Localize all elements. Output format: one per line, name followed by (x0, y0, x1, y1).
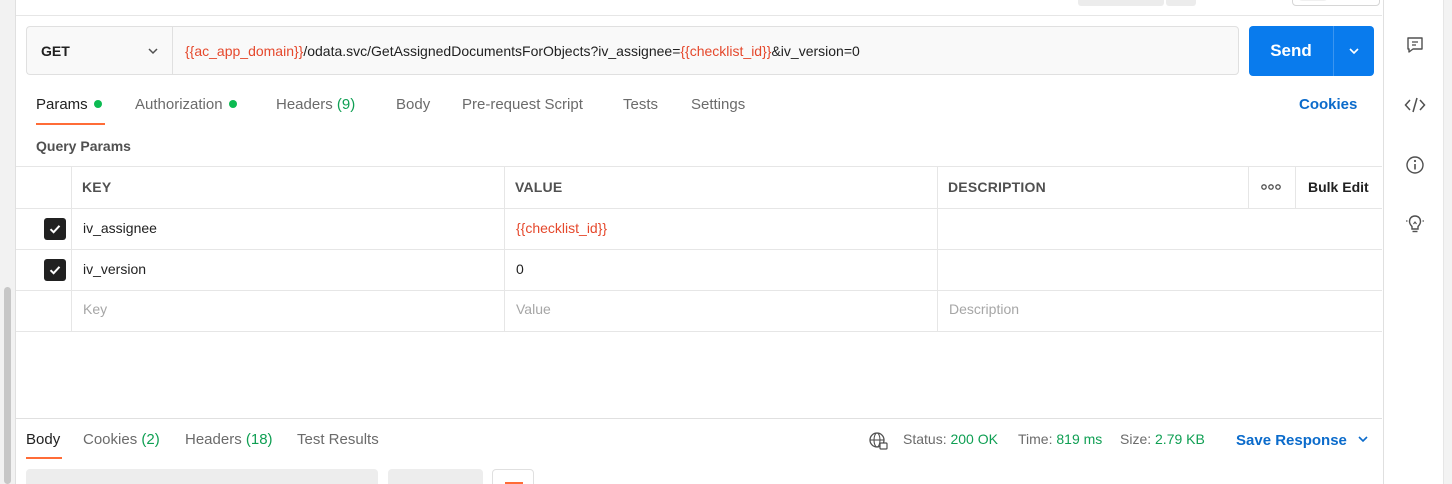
response-tab-test-results[interactable]: Test Results (297, 431, 379, 448)
column-divider (937, 166, 938, 332)
method-label: GET (41, 42, 70, 59)
column-divider (71, 166, 72, 332)
response-tab-headers-label: Headers (185, 431, 242, 448)
time-label: Time: (1018, 431, 1053, 447)
tab-params-label: Params (36, 96, 88, 113)
column-header-value: VALUE (515, 179, 563, 195)
method-select[interactable]: GET (26, 26, 172, 75)
response-tab-cookies[interactable]: Cookies (2) (83, 431, 160, 448)
url-query-tail: &iv_version=0 (771, 42, 860, 59)
column-divider (504, 166, 505, 332)
response-status[interactable]: Status: 200 OK (903, 431, 998, 447)
response-tab-cookies-label: Cookies (83, 431, 138, 448)
left-scrollbar[interactable] (0, 0, 16, 484)
column-header-key: KEY (82, 179, 112, 195)
table-border (16, 208, 1382, 209)
tab-tests[interactable]: Tests (623, 96, 658, 113)
save-response-label: Save Response (1236, 432, 1347, 449)
checkmark-icon (49, 225, 61, 234)
authorization-status-dot (228, 100, 237, 108)
query-params-title: Query Params (36, 138, 131, 154)
tab-headers[interactable]: Headers (9) (276, 96, 355, 113)
response-tab-body-underline (26, 457, 62, 459)
url-variable-checklist: {{checklist_id}} (680, 42, 772, 59)
response-tab-headers[interactable]: Headers (18) (185, 431, 273, 448)
more-dots-icon[interactable] (1260, 182, 1282, 192)
query-params-table: KEY VALUE DESCRIPTION Bulk Edit iv_assig… (16, 166, 1382, 332)
send-button[interactable]: Send (1249, 26, 1374, 76)
left-scrollbar-thumb[interactable] (4, 287, 11, 484)
status-label: Status: (903, 431, 947, 447)
size-value: 2.79 KB (1155, 431, 1205, 447)
send-options-button[interactable] (1334, 44, 1374, 58)
send-label: Send (1270, 41, 1312, 60)
code-icon[interactable] (1403, 93, 1427, 117)
comment-icon[interactable] (1403, 33, 1427, 57)
right-sidebar (1383, 0, 1452, 484)
param-key-cell[interactable]: iv_assignee (83, 220, 157, 236)
wrap-lines-button[interactable] (492, 469, 534, 484)
tab-headers-label: Headers (276, 96, 333, 113)
url-input[interactable]: {{ac_app_domain}}/odata.svc/GetAssignedD… (172, 26, 1239, 75)
size-label: Size: (1120, 431, 1152, 447)
new-key-input[interactable]: Key (83, 301, 107, 317)
chevron-down-icon (148, 48, 158, 55)
response-format-select[interactable] (388, 469, 483, 484)
response-size[interactable]: Size: 2.79 KB (1120, 431, 1205, 447)
info-icon[interactable] (1403, 153, 1427, 177)
param-key-cell[interactable]: iv_version (83, 261, 146, 277)
top-toolbar-toggle[interactable] (1292, 0, 1380, 6)
tab-headers-count: (9) (336, 96, 356, 113)
response-tab-headers-count: (18) (245, 431, 273, 448)
column-divider (1248, 166, 1249, 208)
status-value: 200 OK (950, 431, 998, 447)
tab-params[interactable]: Params (36, 96, 102, 113)
tab-params-underline (36, 123, 105, 125)
param-value-cell[interactable]: {{checklist_id}} (516, 220, 607, 236)
tab-authorization-label: Authorization (135, 96, 223, 113)
params-status-dot (93, 100, 102, 108)
table-border (16, 166, 1382, 167)
tab-settings[interactable]: Settings (691, 96, 745, 113)
lightbulb-icon[interactable] (1403, 212, 1427, 236)
tab-prerequest-script[interactable]: Pre-request Script (462, 96, 583, 113)
top-toolbar-strip (16, 0, 1382, 16)
time-value: 819 ms (1056, 431, 1103, 447)
globe-icon[interactable] (868, 431, 888, 451)
table-border (16, 331, 1382, 332)
response-tab-body[interactable]: Body (26, 431, 60, 448)
new-description-input[interactable]: Description (949, 301, 1019, 317)
chevron-down-icon (1358, 436, 1368, 443)
tab-authorization[interactable]: Authorization (135, 96, 237, 113)
url-path: /odata.svc/GetAssignedDocumentsForObject… (303, 42, 681, 59)
param-checkbox[interactable] (44, 259, 66, 281)
save-response-button[interactable]: Save Response (1236, 432, 1369, 449)
url-variable-domain: {{ac_app_domain}} (185, 42, 304, 59)
table-border (16, 249, 1382, 250)
response-format-tabs[interactable] (26, 469, 378, 484)
top-toolbar-button[interactable] (1078, 0, 1164, 6)
top-toolbar-button[interactable] (1166, 0, 1196, 6)
checkmark-icon (49, 266, 61, 275)
new-value-input[interactable]: Value (516, 301, 551, 317)
bulk-edit-button[interactable]: Bulk Edit (1308, 179, 1369, 195)
response-tab-cookies-count: (2) (141, 431, 160, 448)
column-divider (1295, 166, 1296, 208)
right-scrollbar[interactable] (1443, 0, 1452, 484)
param-value-cell[interactable]: 0 (516, 261, 524, 277)
chevron-down-icon (1349, 48, 1359, 55)
column-header-description: DESCRIPTION (948, 179, 1046, 195)
param-checkbox[interactable] (44, 218, 66, 240)
table-border (16, 290, 1382, 291)
tab-body[interactable]: Body (396, 96, 430, 113)
response-time[interactable]: Time: 819 ms (1018, 431, 1102, 447)
cookies-link[interactable]: Cookies (1299, 96, 1357, 113)
response-bar: Body Cookies (2) Headers (18) Test Resul… (16, 418, 1382, 484)
